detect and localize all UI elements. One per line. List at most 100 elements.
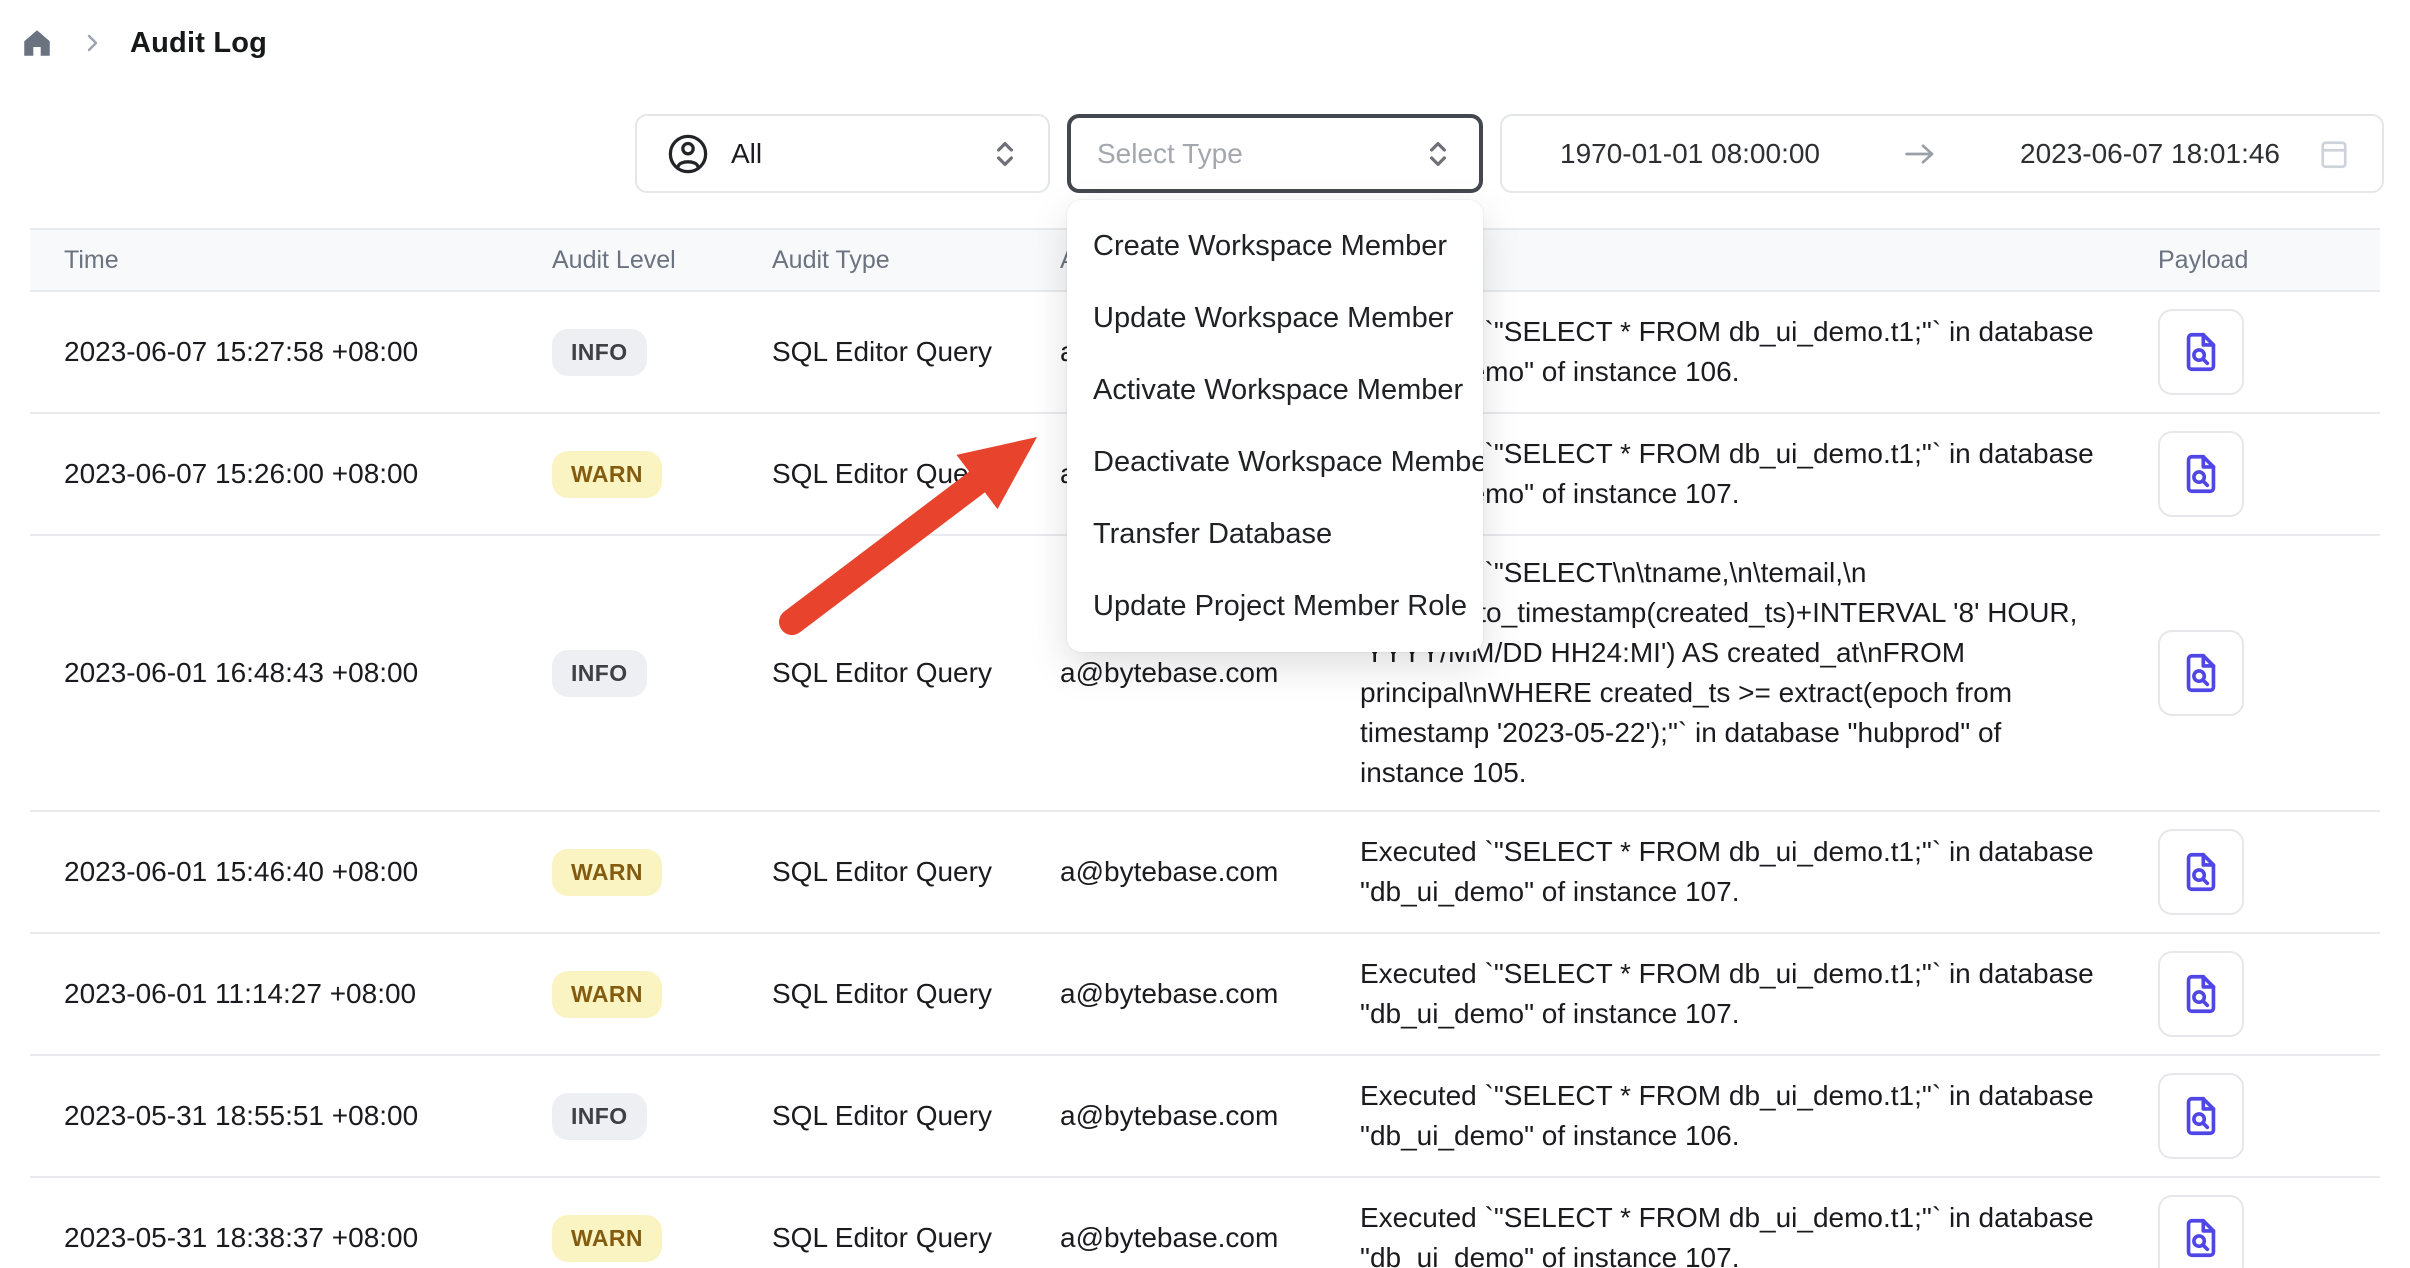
audit-level-badge: INFO	[552, 329, 647, 376]
date-range-picker[interactable]: 1970-01-01 08:00:00 2023-06-07 18:01:46	[1500, 114, 2384, 193]
cell-audit-level: INFO	[552, 329, 772, 376]
cell-audit-level: WARN	[552, 451, 772, 498]
calendar-icon	[2316, 136, 2352, 172]
cell-payload	[2150, 431, 2380, 517]
document-search-icon	[2178, 971, 2224, 1017]
cell-time: 2023-06-01 16:48:43 +08:00	[64, 657, 552, 689]
view-payload-button[interactable]	[2158, 431, 2244, 517]
type-select-dropdown: Create Workspace MemberUpdate Workspace …	[1067, 200, 1483, 652]
type-dropdown-item[interactable]: Update Project Member Role	[1067, 570, 1483, 642]
cell-audit-type: SQL Editor Query	[772, 657, 1060, 689]
view-payload-button[interactable]	[2158, 309, 2244, 395]
cell-audit-type: SQL Editor Query	[772, 458, 1060, 490]
audit-log-page: Audit Log All Select Type 1970-01-01 08:…	[0, 0, 2410, 1268]
comment-line: "db_ui_demo" of instance 107.	[1360, 1238, 2150, 1268]
comment-line: Executed `"SELECT * FROM db_ui_demo.t1;"…	[1360, 954, 2150, 994]
cell-comment: Executed `"SELECT * FROM db_ui_demo.t1;"…	[1360, 832, 2150, 912]
page-title: Audit Log	[130, 27, 267, 60]
cell-audit-level: INFO	[552, 1093, 772, 1140]
type-filter-select[interactable]: Select Type	[1067, 114, 1483, 193]
type-dropdown-item[interactable]: Transfer Database	[1067, 498, 1483, 570]
cell-audit-level: INFO	[552, 650, 772, 697]
document-search-icon	[2178, 1215, 2224, 1261]
actor-filter-select[interactable]: All	[635, 114, 1050, 193]
audit-level-badge: WARN	[552, 1215, 662, 1262]
cell-time: 2023-05-31 18:38:37 +08:00	[64, 1222, 552, 1254]
comment-line: "db_ui_demo" of instance 106.	[1360, 1116, 2150, 1156]
cell-audit-type: SQL Editor Query	[772, 1100, 1060, 1132]
cell-time: 2023-05-31 18:55:51 +08:00	[64, 1100, 552, 1132]
document-search-icon	[2178, 329, 2224, 375]
cell-payload	[2150, 1195, 2380, 1268]
audit-level-badge: WARN	[552, 451, 662, 498]
cell-comment: Executed `"SELECT * FROM db_ui_demo.t1;"…	[1360, 1076, 2150, 1156]
chevron-up-down-icon	[1421, 137, 1455, 171]
cell-comment: Executed `"SELECT * FROM db_ui_demo.t1;"…	[1360, 1198, 2150, 1268]
cell-time: 2023-06-07 15:27:58 +08:00	[64, 336, 552, 368]
cell-time: 2023-06-07 15:26:00 +08:00	[64, 458, 552, 490]
breadcrumb: Audit Log	[20, 26, 267, 60]
cell-payload	[2150, 951, 2380, 1037]
arrow-right-icon	[1900, 139, 1940, 169]
view-payload-button[interactable]	[2158, 1073, 2244, 1159]
document-search-icon	[2178, 849, 2224, 895]
actor-filter-value: All	[731, 138, 762, 170]
breadcrumb-chevron-icon	[80, 31, 104, 55]
column-header-payload: Payload	[2150, 246, 2380, 275]
view-payload-button[interactable]	[2158, 951, 2244, 1037]
document-search-icon	[2178, 650, 2224, 696]
cell-actor: a@bytebase.com	[1060, 657, 1360, 689]
chevron-up-down-icon	[988, 137, 1022, 171]
audit-level-badge: WARN	[552, 971, 662, 1018]
cell-actor: a@bytebase.com	[1060, 1222, 1360, 1254]
table-row: 2023-06-01 11:14:27 +08:00WARN SQL Editor…	[30, 934, 2380, 1056]
column-header-audit-level: Audit Level	[552, 246, 772, 275]
comment-line: instance 105.	[1360, 753, 2150, 793]
cell-audit-type: SQL Editor Query	[772, 856, 1060, 888]
type-dropdown-item[interactable]: Update Workspace Member	[1067, 282, 1483, 354]
document-search-icon	[2178, 451, 2224, 497]
audit-level-badge: INFO	[552, 1093, 647, 1140]
table-row: 2023-05-31 18:38:37 +08:00WARN SQL Editor…	[30, 1178, 2380, 1268]
filter-bar: All Select Type 1970-01-01 08:00:00 2023…	[635, 114, 2384, 193]
cell-actor: a@bytebase.com	[1060, 978, 1360, 1010]
cell-actor: a@bytebase.com	[1060, 856, 1360, 888]
cell-time: 2023-06-01 15:46:40 +08:00	[64, 856, 552, 888]
cell-audit-type: SQL Editor Query	[772, 978, 1060, 1010]
comment-line: Executed `"SELECT * FROM db_ui_demo.t1;"…	[1360, 1076, 2150, 1116]
comment-line: Executed `"SELECT * FROM db_ui_demo.t1;"…	[1360, 832, 2150, 872]
comment-line: principal\nWHERE created_ts >= extract(e…	[1360, 673, 2150, 713]
cell-payload	[2150, 1073, 2380, 1159]
cell-audit-type: SQL Editor Query	[772, 336, 1060, 368]
view-payload-button[interactable]	[2158, 1195, 2244, 1268]
date-range-end[interactable]: 2023-06-07 18:01:46	[2020, 138, 2280, 170]
comment-line: "db_ui_demo" of instance 107.	[1360, 872, 2150, 912]
column-header-time: Time	[64, 246, 552, 275]
comment-line: Executed `"SELECT * FROM db_ui_demo.t1;"…	[1360, 1198, 2150, 1238]
home-icon[interactable]	[20, 26, 54, 60]
cell-payload	[2150, 829, 2380, 915]
table-row: 2023-05-31 18:55:51 +08:00INFO SQL Editor…	[30, 1056, 2380, 1178]
column-header-audit-type: Audit Type	[772, 246, 1060, 275]
cell-payload	[2150, 630, 2380, 716]
cell-payload	[2150, 309, 2380, 395]
cell-audit-type: SQL Editor Query	[772, 1222, 1060, 1254]
view-payload-button[interactable]	[2158, 829, 2244, 915]
view-payload-button[interactable]	[2158, 630, 2244, 716]
cell-audit-level: WARN	[552, 849, 772, 896]
date-range-start[interactable]: 1970-01-01 08:00:00	[1560, 138, 1820, 170]
audit-level-badge: INFO	[552, 650, 647, 697]
type-dropdown-item[interactable]: Create Workspace Member	[1067, 210, 1483, 282]
type-dropdown-item[interactable]: Activate Workspace Member	[1067, 354, 1483, 426]
user-circle-icon	[665, 131, 711, 177]
table-row: 2023-06-01 15:46:40 +08:00WARN SQL Editor…	[30, 812, 2380, 934]
type-filter-placeholder: Select Type	[1097, 138, 1243, 170]
type-dropdown-item[interactable]: Deactivate Workspace Member	[1067, 426, 1483, 498]
cell-comment: Executed `"SELECT * FROM db_ui_demo.t1;"…	[1360, 954, 2150, 1034]
comment-line: timestamp '2023-05-22');"` in database "…	[1360, 713, 2150, 753]
cell-audit-level: WARN	[552, 971, 772, 1018]
document-search-icon	[2178, 1093, 2224, 1139]
audit-level-badge: WARN	[552, 849, 662, 896]
cell-audit-level: WARN	[552, 1215, 772, 1262]
cell-time: 2023-06-01 11:14:27 +08:00	[64, 978, 552, 1010]
